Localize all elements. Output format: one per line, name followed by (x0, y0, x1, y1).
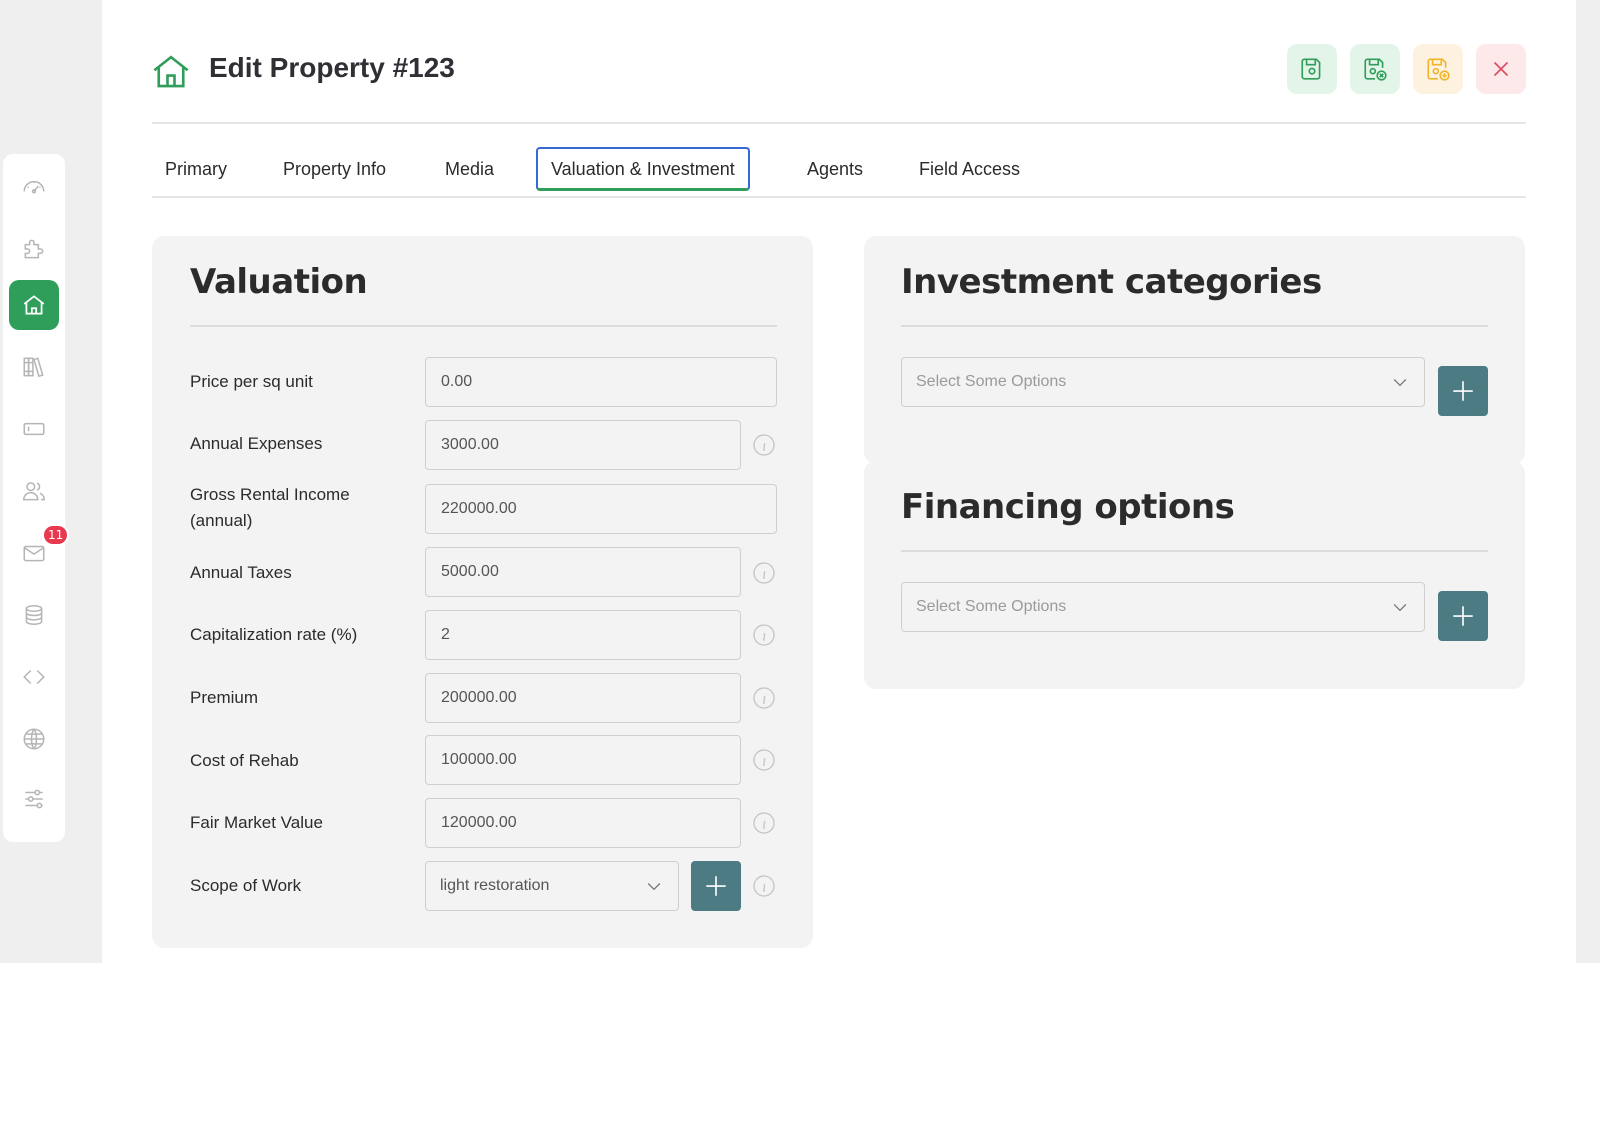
field-label-annual-taxes: Annual Taxes (190, 563, 292, 582)
close-icon (1493, 61, 1509, 77)
valuation-divider (190, 325, 777, 327)
app-background: 11 Edit Property #123 Primary Property I… (0, 0, 1600, 963)
sidebar: 11 (3, 154, 70, 842)
scope-of-work-select[interactable]: light restoration (425, 861, 679, 911)
notification-badge: 11 (42, 524, 70, 546)
price-per-sq-unit-input[interactable] (425, 357, 777, 407)
financing-options-title: Financing options (901, 487, 1235, 527)
info-icon[interactable] (752, 433, 776, 457)
sidebar-item-library[interactable] (9, 342, 59, 392)
add-investment-category-button[interactable] (1438, 366, 1488, 416)
save-and-new-button[interactable] (1413, 44, 1463, 94)
add-financing-option-button[interactable] (1438, 591, 1488, 641)
sliders-icon (25, 789, 43, 809)
ticket-icon (23, 422, 45, 436)
dashboard-icon (23, 180, 45, 194)
field-label-fair-market-value: Fair Market Value (190, 813, 323, 832)
tab-field-access[interactable]: Field Access (919, 147, 1020, 191)
save-close-icon (1364, 58, 1387, 81)
users-icon (22, 482, 46, 501)
sidebar-item-messages[interactable]: 11 (9, 524, 70, 578)
info-icon[interactable] (752, 623, 776, 647)
premium-input[interactable] (425, 673, 741, 723)
mail-icon (23, 545, 45, 562)
annual-expenses-input[interactable] (425, 420, 741, 470)
field-label-price-per-sq-unit: Price per sq unit (190, 372, 313, 391)
chevron-down-icon (647, 883, 661, 891)
save-icon (1301, 58, 1321, 80)
chevron-down-icon (1393, 604, 1407, 612)
field-label-gross-rental-income: Gross Rental Income (annual) (190, 485, 350, 530)
info-icon[interactable] (752, 686, 776, 710)
investment-categories-title: Investment categories (901, 262, 1322, 302)
tab-valuation-investment[interactable]: Valuation & Investment (536, 147, 750, 191)
sidebar-item-tickets[interactable] (9, 404, 59, 454)
save-and-close-button[interactable] (1350, 44, 1400, 94)
save-button[interactable] (1287, 44, 1337, 94)
house-icon (153, 55, 189, 88)
field-label-scope-of-work: Scope of Work (190, 876, 302, 895)
globe-icon (23, 728, 45, 750)
field-label-premium: Premium (190, 688, 259, 707)
field-label-annual-expenses: Annual Expenses (190, 434, 323, 453)
sidebar-item-database[interactable] (9, 590, 59, 640)
home-icon (23, 295, 45, 315)
save-new-icon (1427, 58, 1450, 81)
library-icon (23, 357, 44, 378)
sidebar-item-website[interactable] (9, 714, 59, 764)
info-icon[interactable] (752, 874, 776, 898)
financing-divider (901, 550, 1488, 552)
sidebar-item-dashboard[interactable] (9, 162, 59, 212)
financing-options-placeholder: Select Some Options (916, 598, 1067, 615)
tab-property-info[interactable]: Property Info (283, 147, 386, 191)
sidebar-item-settings[interactable] (9, 774, 59, 824)
sidebar-item-properties[interactable] (9, 280, 59, 330)
financing-options-select[interactable]: Select Some Options (901, 582, 1425, 632)
cost-of-rehab-input[interactable] (425, 735, 741, 785)
sidebar-item-users[interactable] (9, 466, 59, 516)
scope-of-work-value: light restoration (440, 877, 550, 894)
add-scope-of-work-button[interactable] (691, 861, 741, 911)
field-label-capitalization-rate: Capitalization rate (%) (190, 625, 358, 644)
annual-taxes-input[interactable] (425, 547, 741, 597)
fair-market-value-input[interactable] (425, 798, 741, 848)
tab-agents[interactable]: Agents (807, 147, 863, 191)
capitalization-rate-input[interactable] (425, 610, 741, 660)
valuation-title: Valuation (190, 262, 368, 302)
tab-media[interactable]: Media (445, 147, 494, 191)
info-icon[interactable] (752, 748, 776, 772)
investment-categories-placeholder: Select Some Options (916, 373, 1067, 390)
plus-icon (1453, 606, 1473, 626)
investment-divider (901, 325, 1488, 327)
gross-rental-income-input[interactable] (425, 484, 777, 534)
tabs-divider (152, 196, 1526, 198)
puzzle-icon (24, 239, 44, 259)
plus-icon (706, 876, 726, 896)
tab-primary[interactable]: Primary (165, 147, 227, 191)
header-divider (152, 122, 1526, 124)
database-icon (25, 605, 43, 625)
sidebar-item-plugins[interactable] (9, 224, 59, 274)
page-title: Edit Property #123 (209, 52, 455, 83)
investment-categories-select[interactable]: Select Some Options (901, 357, 1425, 407)
chevron-down-icon (1393, 379, 1407, 387)
sidebar-item-developer[interactable] (9, 652, 59, 702)
code-icon (23, 669, 45, 685)
info-icon[interactable] (752, 811, 776, 835)
info-icon[interactable] (752, 561, 776, 585)
plus-icon (1453, 381, 1473, 401)
close-button[interactable] (1476, 44, 1526, 94)
field-label-cost-of-rehab: Cost of Rehab (190, 751, 299, 770)
